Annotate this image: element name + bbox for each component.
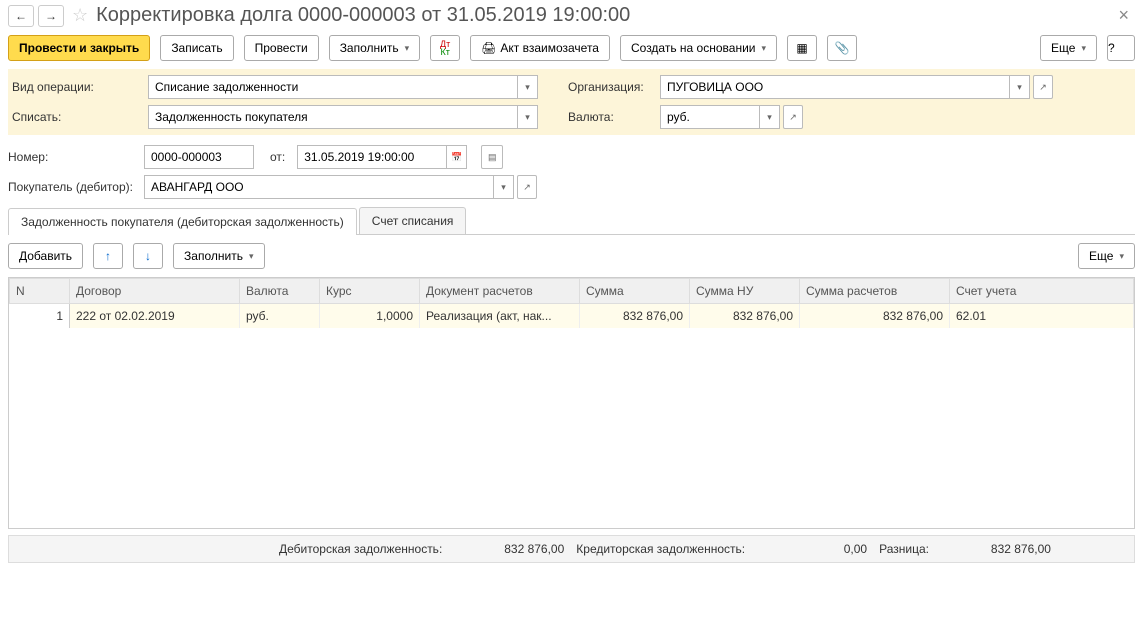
close-icon[interactable]: × — [1112, 5, 1135, 26]
page-title: Корректировка долга 0000-000003 от 31.05… — [96, 4, 630, 27]
currency-open-icon[interactable]: ↗ — [783, 105, 803, 129]
arrow-down-icon: ↓ — [145, 249, 151, 263]
org-dropdown-icon[interactable]: ▾ — [1010, 75, 1030, 99]
currency-input[interactable] — [660, 105, 760, 129]
nav-forward-button[interactable]: → — [38, 5, 64, 27]
structure-button[interactable]: ▦ — [787, 35, 817, 61]
diff-value: 832 876,00 — [941, 542, 1051, 556]
favorite-star-icon[interactable]: ☆ — [72, 5, 88, 26]
diff-label: Разница: — [879, 542, 929, 556]
number-label: Номер: — [8, 150, 136, 164]
nav-back-button[interactable]: ← — [8, 5, 34, 27]
currency-label: Валюта: — [568, 110, 648, 124]
col-header-sumnu[interactable]: Сумма НУ — [690, 279, 800, 304]
debt-table[interactable]: N Договор Валюта Курс Документ расчетов … — [9, 278, 1134, 328]
date-input[interactable] — [297, 145, 447, 169]
print-icon: 🖨 — [481, 41, 496, 55]
op-type-dropdown-icon[interactable]: ▾ — [518, 75, 538, 99]
receivable-value: 832 876,00 — [454, 542, 564, 556]
calendar-icon[interactable]: 📅 — [447, 145, 467, 169]
buyer-dropdown-icon[interactable]: ▾ — [494, 175, 514, 199]
sub-more-dropdown[interactable]: Еще — [1078, 243, 1135, 269]
buyer-input[interactable] — [144, 175, 494, 199]
footer-summary: Дебиторская задолженность: 832 876,00 Кр… — [8, 535, 1135, 563]
grid-empty-area[interactable] — [9, 328, 1134, 528]
add-row-button[interactable]: Добавить — [8, 243, 83, 269]
writeoff-input[interactable] — [148, 105, 518, 129]
number-input[interactable] — [144, 145, 254, 169]
currency-dropdown-icon[interactable]: ▾ — [760, 105, 780, 129]
act-button[interactable]: 🖨Акт взаимозачета — [470, 35, 610, 61]
writeoff-label: Списать: — [12, 110, 140, 124]
writeoff-dropdown-icon[interactable]: ▾ — [518, 105, 538, 129]
col-header-rate[interactable]: Курс — [320, 279, 420, 304]
post-and-close-button[interactable]: Провести и закрыть — [8, 35, 150, 61]
post-button[interactable]: Провести — [244, 35, 319, 61]
receivable-label: Дебиторская задолженность: — [279, 542, 442, 556]
date-extra-icon[interactable]: ▤ — [481, 145, 503, 169]
buyer-open-icon[interactable]: ↗ — [517, 175, 537, 199]
org-open-icon[interactable]: ↗ — [1033, 75, 1053, 99]
op-type-label: Вид операции: — [12, 80, 140, 94]
dtkt-button[interactable]: ДтКт — [430, 35, 460, 61]
payable-value: 0,00 — [757, 542, 867, 556]
col-header-currency[interactable]: Валюта — [240, 279, 320, 304]
create-based-dropdown[interactable]: Создать на основании — [620, 35, 777, 61]
col-header-sum[interactable]: Сумма — [580, 279, 690, 304]
sub-fill-dropdown[interactable]: Заполнить — [173, 243, 264, 269]
move-up-button[interactable]: ↑ — [93, 243, 123, 269]
org-input[interactable] — [660, 75, 1010, 99]
col-header-doc[interactable]: Документ расчетов — [420, 279, 580, 304]
tab-receivable[interactable]: Задолженность покупателя (дебиторская за… — [8, 208, 357, 235]
write-button[interactable]: Записать — [160, 35, 233, 61]
col-header-sumcalc[interactable]: Сумма расчетов — [800, 279, 950, 304]
org-label: Организация: — [568, 80, 648, 94]
paperclip-icon: 📎 — [835, 41, 850, 55]
buyer-label: Покупатель (дебитор): — [8, 180, 136, 194]
col-header-account[interactable]: Счет учета — [950, 279, 1134, 304]
table-row[interactable]: 1 222 от 02.02.2019 руб. 1,0000 Реализац… — [10, 304, 1134, 329]
move-down-button[interactable]: ↓ — [133, 243, 163, 269]
more-dropdown[interactable]: Еще — [1040, 35, 1097, 61]
attach-button[interactable]: 📎 — [827, 35, 857, 61]
col-header-contract[interactable]: Договор — [70, 279, 240, 304]
op-type-input[interactable] — [148, 75, 518, 99]
payable-label: Кредиторская задолженность: — [576, 542, 745, 556]
from-label: от: — [270, 150, 285, 164]
help-button[interactable]: ? — [1107, 35, 1135, 61]
fill-dropdown[interactable]: Заполнить — [329, 35, 420, 61]
arrow-up-icon: ↑ — [105, 249, 111, 263]
col-header-n[interactable]: N — [10, 279, 70, 304]
tab-writeoff-account[interactable]: Счет списания — [359, 207, 467, 234]
